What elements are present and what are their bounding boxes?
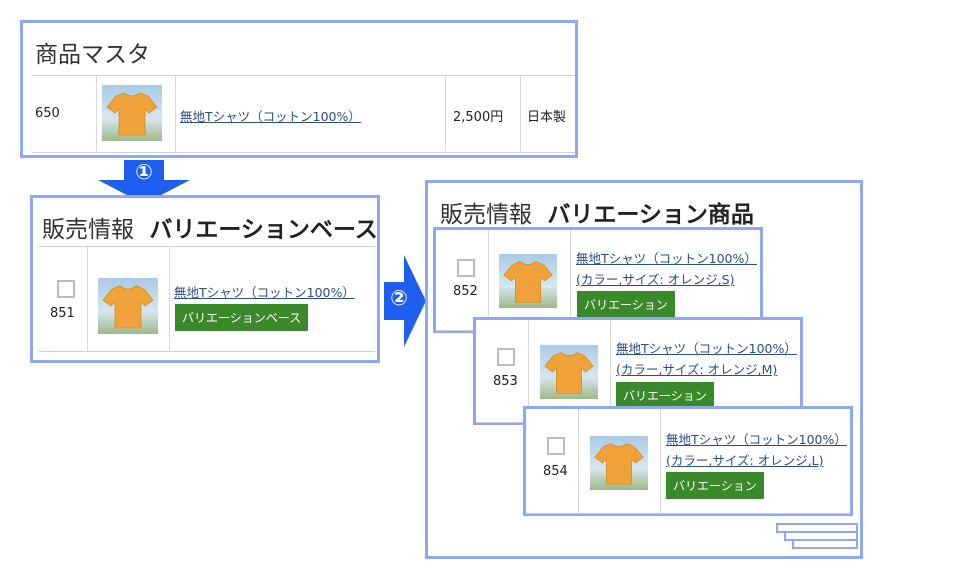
variation-detail-link[interactable]: (カラー,サイズ: オレンジ,M) <box>616 359 777 378</box>
master-product-link[interactable]: 無地Tシャツ（コットン100%） <box>180 106 361 125</box>
variation-title-bold: バリエーション商品 <box>547 202 754 228</box>
variation-card-854: 854 無地Tシャツ（コットン100%） (カラー,サイズ: オレンジ,L) バ… <box>523 406 853 516</box>
base-table-row: 851 無地Tシャツ（コットン100%） バリエーションベース <box>39 246 375 352</box>
master-price: 2,500円 <box>453 110 504 125</box>
master-title: 商品マスタ <box>35 42 150 68</box>
step-one-label: ① <box>135 160 153 184</box>
orange-tshirt-icon <box>98 277 158 335</box>
variation-product-link[interactable]: 無地Tシャツ（コットン100%） <box>666 429 847 448</box>
master-origin: 日本製 <box>527 110 567 125</box>
variation-id: 853 <box>493 374 518 389</box>
variation-id: 854 <box>543 464 568 479</box>
base-id: 851 <box>50 306 75 321</box>
base-title-bold: バリエーションベース <box>149 217 378 243</box>
variation-title: 販売情報 バリエーション商品 <box>440 195 754 229</box>
step-two-arrow: ② <box>384 255 426 347</box>
base-title: 販売情報 バリエーションベース <box>42 210 378 244</box>
base-panel: 販売情報 バリエーションベース 851 無地Tシャツ（コットン100%） バリエ… <box>30 195 380 363</box>
base-product-link[interactable]: 無地Tシャツ（コットン100%） <box>174 282 355 301</box>
checkbox-icon[interactable] <box>547 437 565 455</box>
variation-product-link[interactable]: 無地Tシャツ（コットン100%） <box>616 338 797 357</box>
base-title-prefix: 販売情報 <box>42 217 134 243</box>
orange-tshirt-icon <box>102 83 162 143</box>
step-two-label: ② <box>390 286 408 310</box>
variation-badge: バリエーション <box>666 472 764 499</box>
variation-badge: バリエーション <box>616 382 714 409</box>
variation-product-link[interactable]: 無地Tシャツ（コットン100%） <box>576 248 757 267</box>
master-panel: 商品マスタ 650 無地Tシャツ（コットン100%） 2,500円 日本製 <box>20 20 578 158</box>
variation-detail-link[interactable]: (カラー,サイズ: オレンジ,S) <box>576 269 734 288</box>
variation-id: 852 <box>453 284 478 299</box>
variation-table-row: 852 無地Tシャツ（コットン100%） (カラー,サイズ: オレンジ,S) バ… <box>436 230 760 331</box>
variation-table-row: 854 無地Tシャツ（コットン100%） (カラー,サイズ: オレンジ,L) バ… <box>526 409 850 514</box>
variation-badge: バリエーション <box>577 291 675 318</box>
master-id: 650 <box>35 106 60 121</box>
variation-detail-link[interactable]: (カラー,サイズ: オレンジ,L) <box>666 450 823 469</box>
checkbox-icon[interactable] <box>457 259 475 277</box>
master-table-row: 650 無地Tシャツ（コットン100%） 2,500円 日本製 <box>32 75 575 153</box>
orange-tshirt-icon <box>590 435 648 491</box>
checkbox-icon[interactable] <box>57 280 75 298</box>
variation-title-prefix: 販売情報 <box>440 202 532 228</box>
variation-base-badge: バリエーションベース <box>175 304 309 331</box>
orange-tshirt-icon <box>499 253 557 309</box>
orange-tshirt-icon <box>540 344 598 400</box>
checkbox-icon[interactable] <box>497 348 515 366</box>
